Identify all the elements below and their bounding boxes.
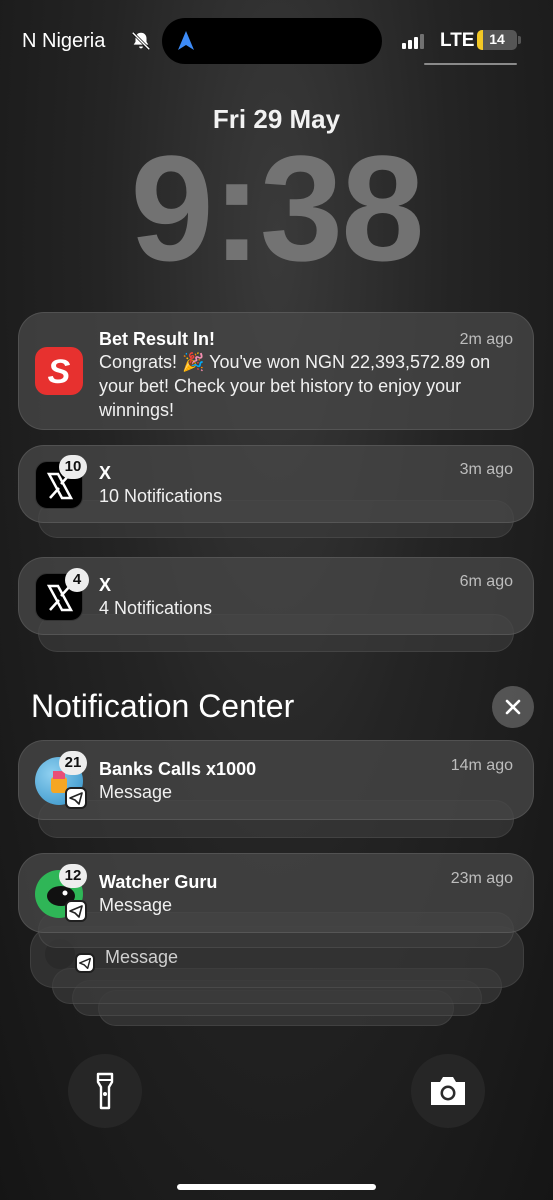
telegram-icon: [65, 900, 87, 922]
notification-time: 6m ago: [459, 573, 513, 590]
notification-center-title: Notification Center: [31, 688, 295, 724]
flashlight-button[interactable]: [68, 1054, 142, 1128]
notification-time: 14m ago: [450, 757, 513, 774]
svg-text:S: S: [48, 353, 71, 391]
carrier-label: N Nigeria: [22, 30, 106, 52]
clear-notifications-button[interactable]: [492, 686, 534, 728]
notification-count-badge: 10: [59, 455, 87, 479]
notification-title: Bet Result In!: [99, 329, 216, 349]
notification-time: 2m ago: [459, 331, 513, 348]
navigation-arrow-icon: [178, 31, 194, 50]
notification-body: Congrats! 🎉 You've won NGN 22,393,572.89…: [99, 352, 491, 420]
close-icon: [505, 699, 521, 715]
camera-button[interactable]: [411, 1054, 485, 1128]
sporty-s-icon: S: [35, 347, 83, 395]
camera-icon: [431, 1077, 465, 1105]
notification-body: 4 Notifications: [99, 598, 213, 618]
notification-title: X: [99, 575, 112, 595]
signal-strength-icon: [402, 33, 426, 49]
battery-icon: 14: [477, 30, 517, 50]
notification-title: Banks Calls x1000: [99, 759, 257, 779]
notification-title: X: [99, 463, 112, 483]
notification-watcher-guru[interactable]: 12 Watcher Guru 23m ago Message: [18, 853, 534, 933]
notification-x-group[interactable]: 4 X 6m ago 4 Notifications: [18, 557, 534, 635]
telegram-icon: [65, 787, 87, 809]
battery-level: 14: [489, 31, 505, 47]
status-bar: N Nigeria LTE 14: [0, 0, 553, 80]
lock-time: 9:38: [130, 124, 424, 292]
notification-bet-result[interactable]: S Bet Result In! 2m ago Congrats! 🎉 You'…: [18, 312, 534, 430]
notification-banks-calls[interactable]: 21 Banks Calls x1000 14m ago Message: [18, 740, 534, 820]
notification-title: Watcher Guru: [99, 872, 218, 892]
silent-bell-icon: [131, 31, 151, 51]
network-type: LTE: [440, 30, 475, 51]
flashlight-icon: [96, 1072, 114, 1110]
notification-body: 10 Notifications: [99, 486, 223, 506]
notification-x-group[interactable]: 10 X 3m ago 10 Notifications: [18, 445, 534, 523]
notification-body: Message: [99, 895, 173, 915]
notification-body: Message: [105, 947, 179, 967]
home-indicator[interactable]: [177, 1184, 376, 1190]
battery-cap: [518, 36, 521, 44]
notification-time: 3m ago: [459, 461, 513, 478]
notification-time: 23m ago: [450, 870, 513, 887]
notification-count-badge: 12: [59, 864, 87, 888]
notification-count-badge: 21: [59, 751, 87, 775]
telegram-icon: [75, 953, 95, 973]
notification-count-badge: 4: [65, 568, 89, 592]
notification-body: Message: [99, 782, 173, 802]
status-indicator-line: [424, 63, 517, 65]
